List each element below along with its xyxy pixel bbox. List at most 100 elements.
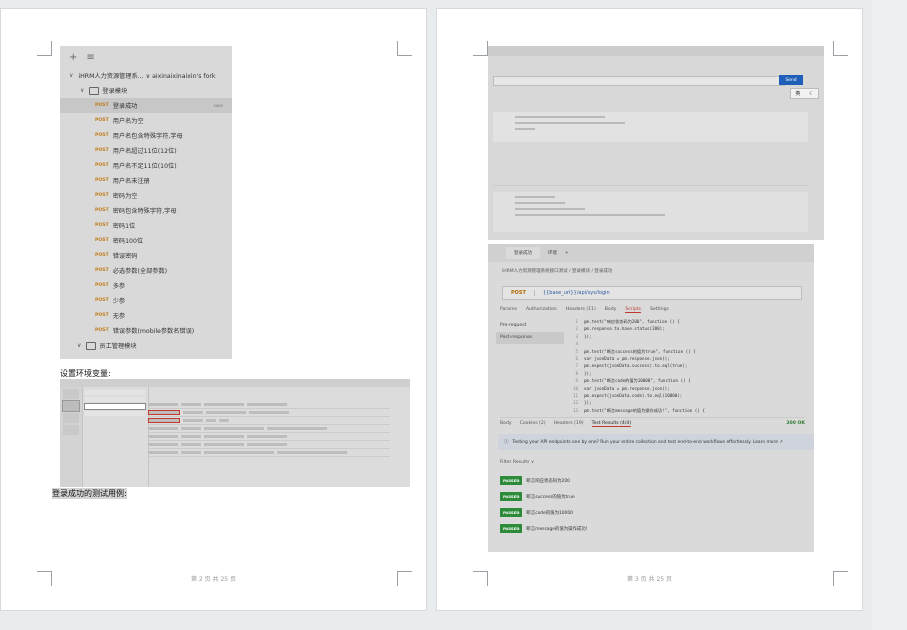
code-line: 3}); (568, 334, 808, 341)
sidebar (60, 387, 83, 487)
info-icon: ⓘ (504, 440, 509, 445)
request-name: 密码包含特殊字符,字母 (112, 208, 177, 215)
table-row (148, 441, 390, 449)
line-number: 10 (572, 385, 578, 391)
post-response-item: Post-response (496, 332, 564, 344)
sidebar-item (63, 425, 79, 435)
method-badge: POST (95, 118, 109, 123)
tab-resp-headers: Headers (19) (553, 421, 584, 426)
tab-bar (488, 46, 824, 56)
line-number: 6 (575, 355, 578, 361)
table-row (148, 449, 390, 457)
code-line: 2 pm.response.to.have.status(200); (568, 326, 808, 333)
chevron-down-icon: ∨ (80, 87, 85, 94)
method-badge: POST (95, 193, 109, 198)
request-item: POST 少参 (60, 293, 232, 308)
breadcrumb: iHRM人力资源管理系统接口测试 / 登录模块 / 登录成功 (502, 269, 613, 274)
variables-table (148, 401, 390, 457)
request-item: POST 必选参数(全部参数) (60, 263, 232, 278)
banner-text: Testing your API endpoints one by one? R… (512, 439, 783, 445)
tab-headers: Headers (11) (565, 307, 596, 312)
test-name: 断言success的值为true (526, 494, 575, 500)
tab-scripts: Scripts (625, 307, 642, 313)
method-badge: POST (95, 328, 109, 333)
filter-icon: ≡ (86, 51, 95, 63)
chevron-down-icon: ∨ (77, 342, 82, 349)
request-item: POST 用户名不足11位(10位) (60, 158, 232, 173)
request-item: POST 密码1位 (60, 218, 232, 233)
crop-mark (473, 41, 488, 56)
scripts-screenshot: 登录成功 环境 + iHRM人力资源管理系统接口测试 / 登录模块 / 登录成功… (488, 244, 814, 552)
line-number: 13 (572, 407, 578, 413)
code-text: var jsonData = pm.response.json(); (584, 385, 670, 391)
request-name: 用户名为空 (112, 118, 144, 125)
test-name: 断言message的值为操作成功! (526, 526, 588, 532)
method-badge: POST (95, 148, 109, 153)
folder-icon (89, 86, 100, 95)
method-badge: POST (95, 178, 109, 183)
method-badge: POST (95, 133, 109, 138)
request-item: POST 用户名为空 (60, 113, 232, 128)
tab-settings: Settings (650, 307, 669, 312)
code-line: 1 pm.test("响应状态码为200", function () { (568, 319, 808, 326)
crop-mark (37, 41, 52, 56)
tab-authorization: Authorization (525, 307, 557, 312)
request-tabs: Params Authorization Headers (11) Body S… (500, 307, 669, 313)
request-name: 无参 (112, 313, 126, 320)
list-item (85, 390, 145, 395)
code-text: pm.test("断言code的值为10000", function () { (584, 378, 691, 384)
scrollbar-track[interactable] (872, 0, 907, 630)
line-number: 8 (575, 370, 578, 376)
line-number: 1 (575, 319, 578, 324)
code-line: 7 pm.expect(jsonData.success).to.eql(tru… (568, 363, 808, 370)
request-name: 密码1位 (112, 223, 136, 230)
code-text: var jsonData = pm.response.json(); (584, 355, 670, 361)
request-tag: save (213, 103, 223, 108)
table-row (148, 401, 390, 409)
table-row (148, 433, 390, 441)
caption-login: 登录成功的测试用例: (52, 488, 127, 499)
collection-name: iHRM人力资源管理系... ∨ aixinaixinaixin's fork (78, 73, 216, 80)
caption-env: 设置环境变量: (60, 369, 111, 378)
method-badge: POST (95, 103, 109, 108)
request-name: 密码为空 (112, 193, 138, 200)
url-bar (493, 76, 785, 86)
request-name: 用户名不足11位(10位) (112, 163, 177, 170)
list-item (85, 411, 145, 416)
passed-badge: PASSED (500, 476, 523, 485)
request-name: 用户名包含特殊字符,字母 (112, 133, 183, 140)
request-item: POST 多参 (60, 278, 232, 293)
environment-screenshot (60, 379, 410, 487)
response-body (493, 192, 808, 232)
code-line: 9 pm.test("断言code的值为10000", function () { (568, 378, 808, 385)
passed-badge: PASSED (500, 508, 523, 517)
request-item: POST 密码包含特殊字符,字母 (60, 203, 232, 218)
code-text: pm.expect(jsonData.code).to.eql(10000); (584, 392, 683, 398)
folder-row: ∨ 登录模块 (60, 83, 232, 98)
script-phase-list: Pre-request Post-response (496, 320, 564, 344)
plus-icon: + (565, 250, 569, 256)
status-badge: 200 OK (786, 421, 805, 426)
tab-cookies: Cookies (2) (519, 421, 546, 426)
method-badge: POST (95, 163, 109, 168)
request-name: 登录成功 (112, 103, 138, 110)
passed-badge: PASSED (500, 492, 523, 501)
test-result: PASSED 断言message的值为操作成功! (500, 524, 587, 533)
line-number: 11 (572, 392, 578, 398)
method-badge: POST (95, 223, 109, 228)
test-name: 断言code的值为10000 (526, 510, 573, 516)
request-item: POST 密码100位 (60, 233, 232, 248)
request-name: 少参 (112, 298, 126, 305)
request-name: 密码100位 (112, 238, 144, 245)
code-line: 13 pm.test("断言message的值为操作成功!", function … (568, 408, 808, 415)
url-text: {{base_url}}/api/sys/login (542, 290, 610, 296)
body-editor (493, 112, 808, 142)
folder-icon (86, 341, 97, 350)
page-footer: 第 3 页 共 25 页 (627, 576, 672, 583)
collection-tree-screenshot: + ≡ ∨ iHRM人力资源管理系... ∨ aixinaixinaixin's f… (60, 46, 232, 359)
line-number: 9 (575, 378, 578, 384)
response-bar (493, 180, 808, 186)
code-line: 11 pm.expect(jsonData.code).to.eql(10000… (568, 393, 808, 400)
line-number: 2 (575, 326, 578, 332)
sidebar-item (63, 413, 79, 423)
